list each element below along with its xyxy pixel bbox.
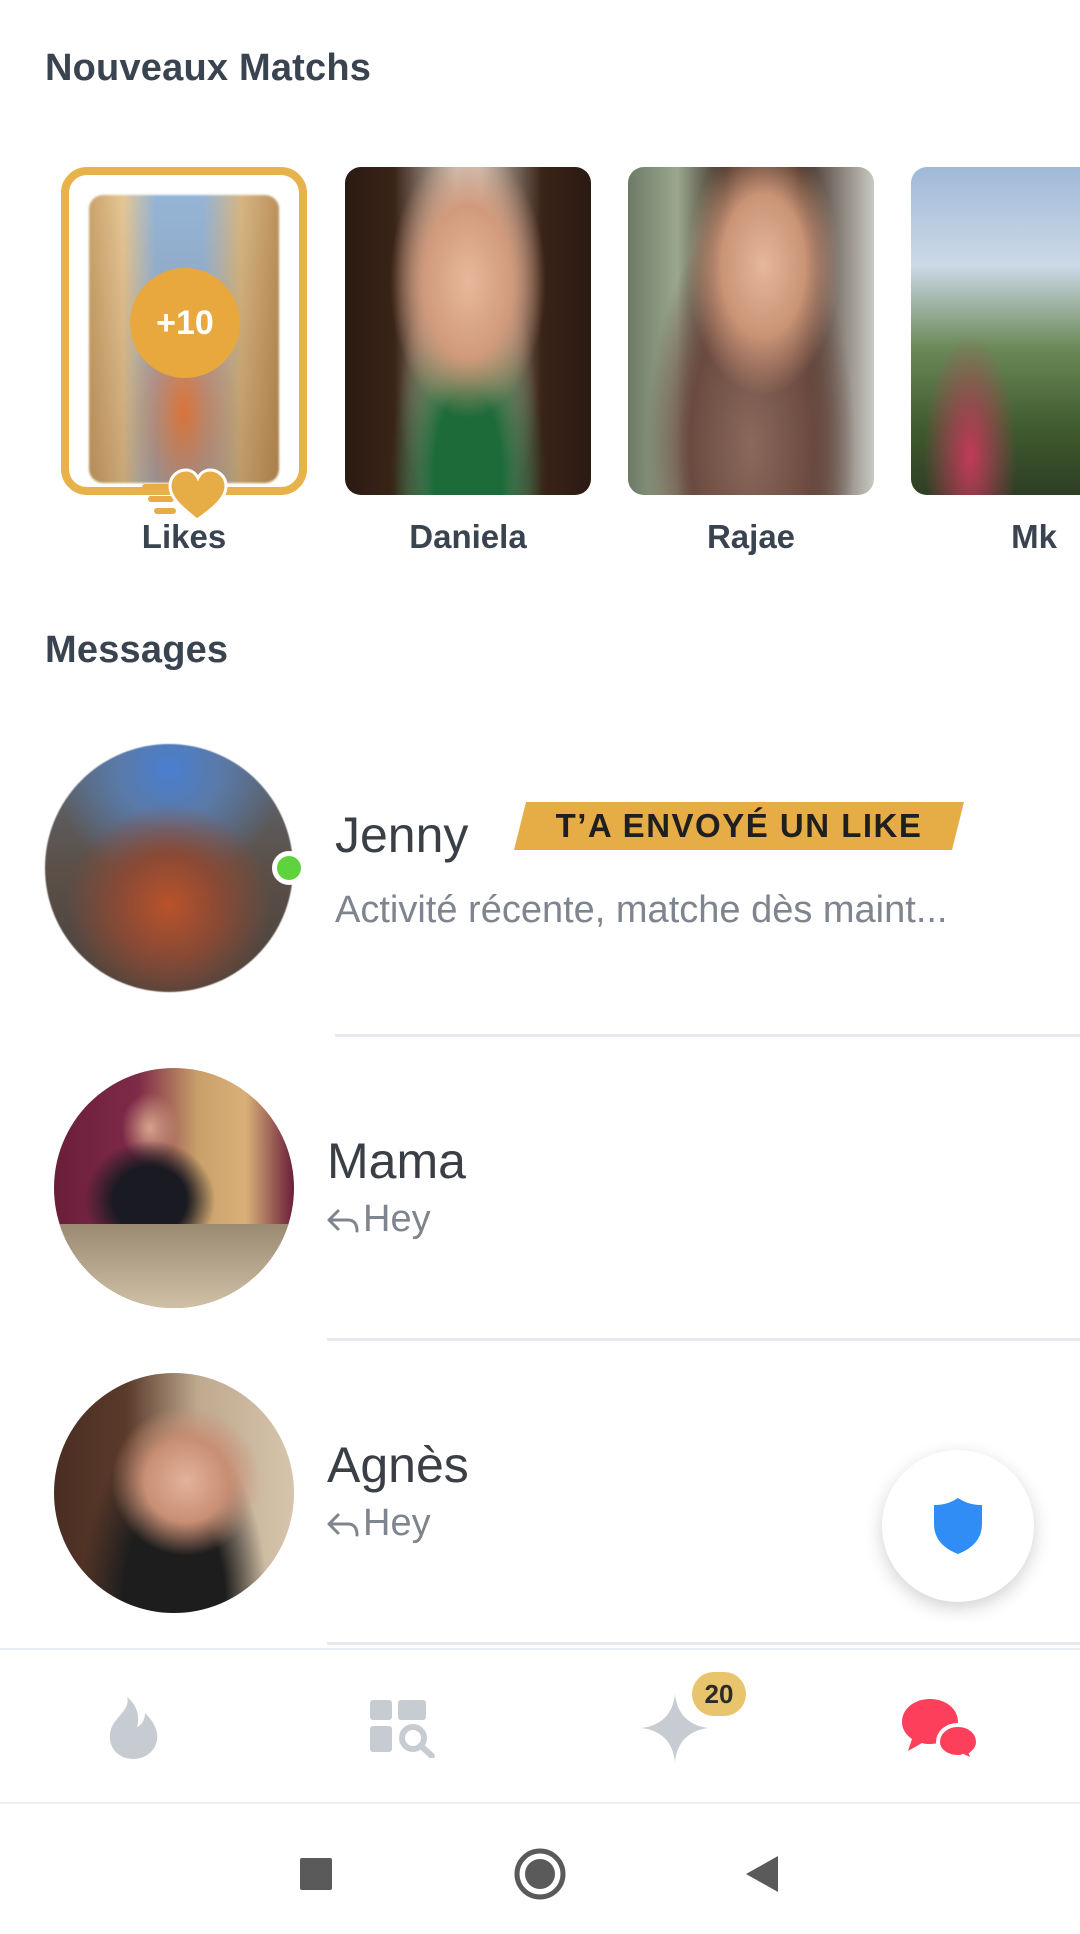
chat-icon: [902, 1699, 980, 1761]
safety-toolkit-button[interactable]: [882, 1450, 1034, 1602]
bottom-tab-bar: [0, 1648, 1080, 1802]
recents-button[interactable]: [286, 1844, 346, 1904]
home-icon: [514, 1848, 566, 1900]
match-name-rajae: Rajae: [706, 518, 796, 555]
match-card-daniela[interactable]: [345, 167, 591, 495]
home-button[interactable]: [510, 1844, 570, 1904]
system-nav-bar: [0, 1802, 1080, 1934]
new-matches-title: Nouveaux Matchs: [45, 47, 372, 89]
likes-count-badge: +10: [130, 268, 240, 378]
avatar-mama[interactable]: [54, 1068, 294, 1308]
avatar-jenny[interactable]: [45, 744, 293, 992]
reply-arrow-icon: [327, 1209, 359, 1233]
divider: [327, 1338, 1080, 1341]
reply-arrow-icon: [327, 1513, 359, 1537]
message-preview-jenny: Activité récente, matche dès maint...: [335, 889, 948, 931]
heart-like-icon: [142, 468, 228, 522]
tab-discover[interactable]: [93, 1688, 173, 1768]
sent-like-badge: T’A ENVOYÉ UN LIKE: [555, 807, 923, 844]
tab-messages[interactable]: [900, 1688, 980, 1768]
online-status-dot: [272, 851, 306, 885]
message-name-jenny[interactable]: Jenny: [335, 806, 468, 864]
avatar-agnes[interactable]: [54, 1373, 294, 1613]
message-preview-agnes: Hey: [363, 1502, 431, 1544]
message-preview-mama: Hey: [363, 1198, 431, 1240]
match-card-mk[interactable]: [911, 167, 1080, 495]
back-icon: [746, 1856, 778, 1892]
message-name-agnes[interactable]: Agnès: [327, 1436, 469, 1494]
message-name-mama[interactable]: Mama: [327, 1132, 466, 1190]
messages-title: Messages: [45, 629, 229, 671]
flame-icon: [109, 1697, 158, 1759]
match-card-rajae[interactable]: [628, 167, 874, 495]
match-name-mk: Mk: [1011, 518, 1057, 555]
divider: [327, 1642, 1080, 1645]
match-name-daniela: Daniela: [409, 518, 527, 555]
divider: [335, 1034, 1080, 1037]
back-button[interactable]: [732, 1844, 792, 1904]
shield-icon: [934, 1498, 982, 1554]
sparkle-badge: 20: [692, 1672, 746, 1716]
explore-icon: [370, 1700, 435, 1758]
likes-label: Likes: [141, 518, 227, 555]
tab-explore[interactable]: [363, 1688, 443, 1768]
recents-icon: [300, 1858, 332, 1890]
